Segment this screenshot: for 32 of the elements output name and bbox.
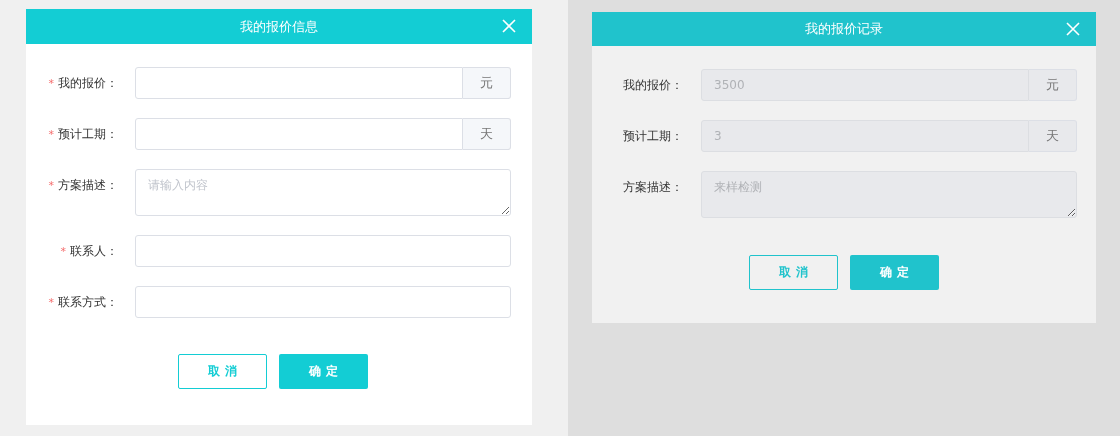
input-field[interactable]	[135, 286, 511, 318]
required-asterisk: *	[60, 244, 66, 258]
field-label: 预计工期：	[58, 125, 118, 143]
input-field[interactable]	[135, 118, 463, 150]
unit-label: 元	[1029, 69, 1077, 101]
input-field[interactable]	[135, 235, 511, 267]
close-button[interactable]	[1066, 22, 1080, 36]
unit-label: 天	[463, 118, 511, 150]
confirm-button[interactable]: 确 定	[850, 255, 939, 290]
cancel-button[interactable]: 取 消	[749, 255, 838, 290]
input-field[interactable]	[135, 67, 463, 99]
required-asterisk: *	[48, 76, 54, 90]
field-label: 联系方式：	[58, 293, 118, 311]
dialog-title: 我的报价信息	[240, 17, 318, 36]
required-asterisk: *	[48, 178, 54, 192]
dialog-title: 我的报价记录	[805, 20, 883, 38]
close-icon	[1066, 22, 1080, 36]
field-label: 联系人：	[70, 242, 118, 260]
field-label: 我的报价：	[623, 76, 683, 94]
unit-label: 元	[463, 67, 511, 99]
field-label: 方案描述：	[623, 178, 683, 196]
field-label: 我的报价：	[58, 74, 118, 92]
close-icon	[502, 19, 516, 33]
unit-label: 天	[1029, 120, 1077, 152]
cancel-button[interactable]: 取 消	[178, 354, 267, 389]
field-label: 预计工期：	[623, 127, 683, 145]
required-asterisk: *	[48, 127, 54, 141]
required-asterisk: *	[48, 295, 54, 309]
textarea-field[interactable]: 请输入内容	[135, 169, 511, 216]
field-label: 方案描述：	[58, 176, 118, 194]
confirm-button[interactable]: 确 定	[279, 354, 368, 389]
close-button[interactable]	[502, 19, 516, 33]
